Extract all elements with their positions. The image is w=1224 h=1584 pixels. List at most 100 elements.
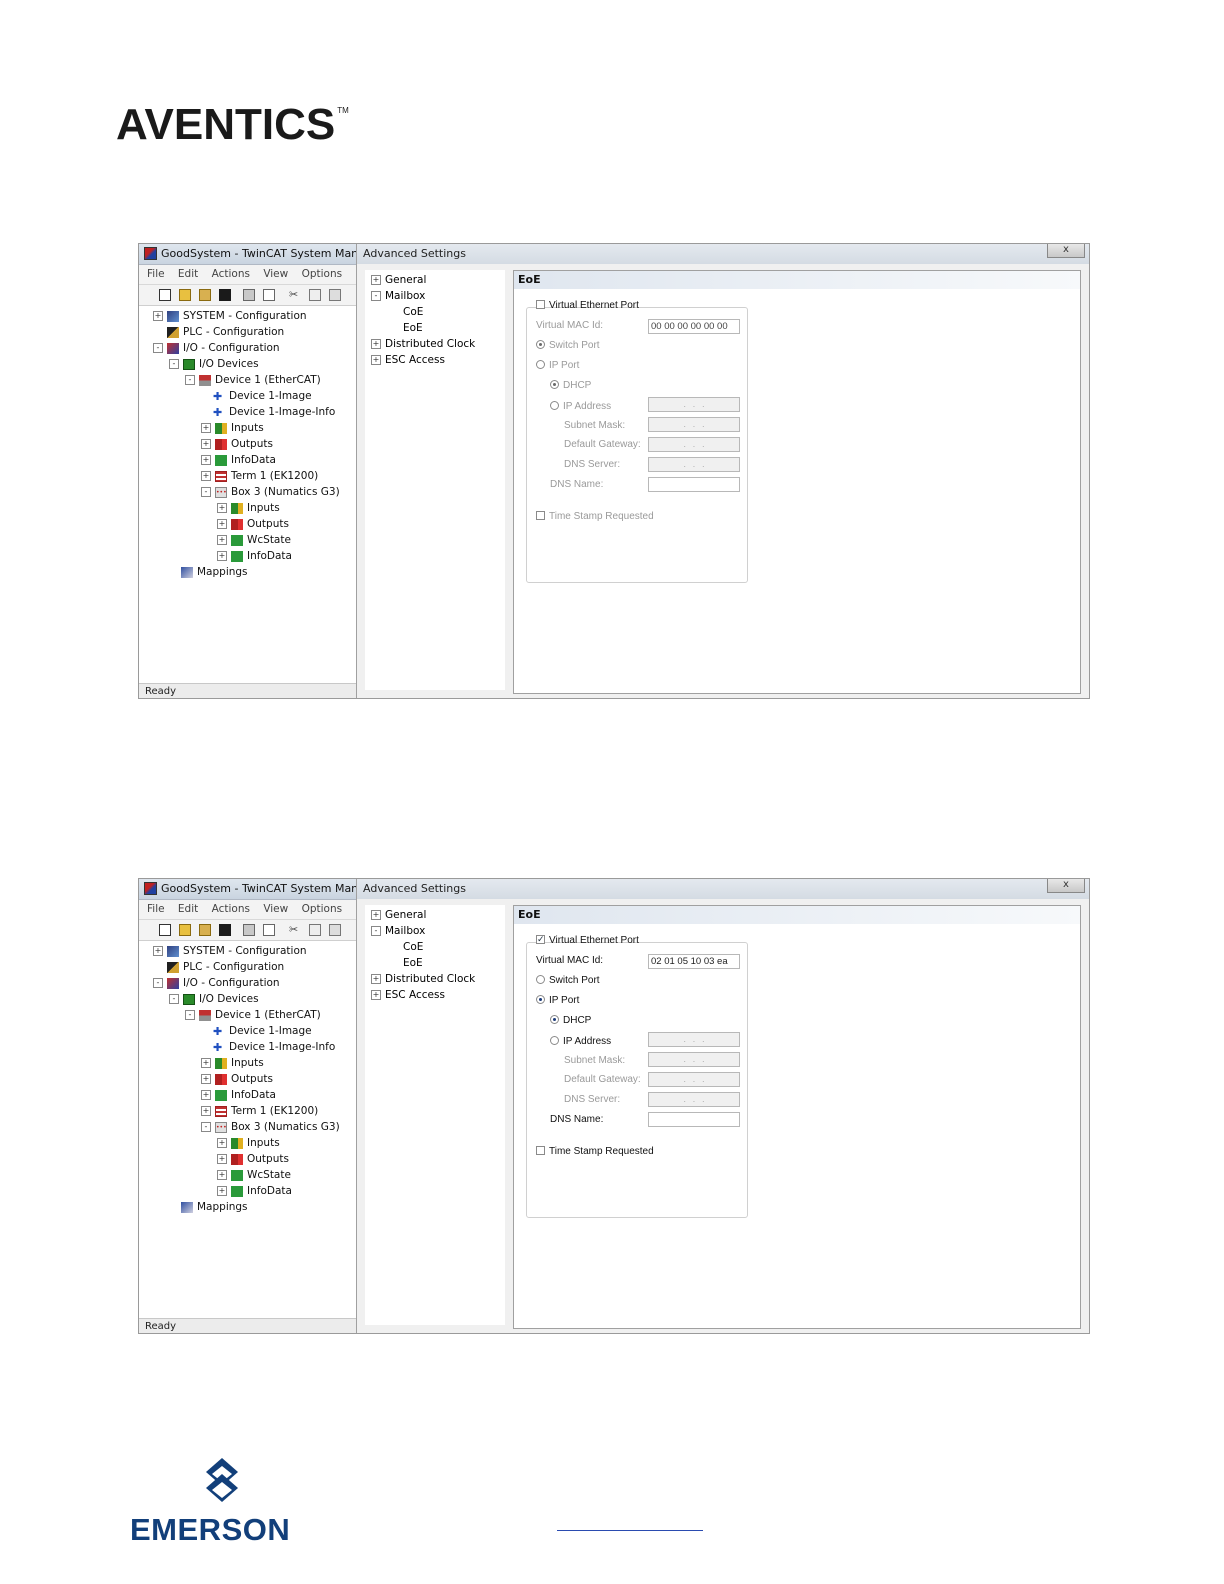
nav-general[interactable]: + General <box>371 907 426 923</box>
tree-outputs[interactable]: + Outputs <box>201 1071 273 1087</box>
tree-infodata[interactable]: + InfoData <box>201 452 276 468</box>
footer-link-underline[interactable] <box>557 1530 703 1531</box>
menu-help[interactable]: He <box>355 268 356 280</box>
ip-port-radio[interactable]: IP Port <box>536 359 579 373</box>
tree-device1-image[interactable]: ✚ Device 1-Image <box>213 1023 312 1039</box>
tree-io-devices[interactable]: - I/O Devices <box>169 991 259 1007</box>
tree-term1[interactable]: + Term 1 (EK1200) <box>201 1103 318 1119</box>
tree-box3[interactable]: - ••• Box 3 (Numatics G3) <box>201 1119 340 1135</box>
close-button[interactable]: x <box>1047 879 1085 893</box>
menu-help[interactable]: He <box>355 903 356 915</box>
virtual-ethernet-port-checkbox[interactable]: Virtual Ethernet Port <box>536 299 639 313</box>
new-file-icon[interactable] <box>159 289 171 301</box>
close-button[interactable]: x <box>1047 244 1085 258</box>
tree-device1-image-info[interactable]: ✚ Device 1-Image-Info <box>213 404 335 420</box>
cut-icon[interactable]: ✂ <box>289 924 301 936</box>
timestamp-checkbox[interactable]: Time Stamp Requested <box>536 1145 654 1159</box>
menu-edit[interactable]: Edit <box>178 268 198 280</box>
tree-device1-image-info[interactable]: ✚ Device 1-Image-Info <box>213 1039 335 1055</box>
menu-file[interactable]: File <box>147 268 165 280</box>
tree-system[interactable]: + SYSTEM - Configuration <box>153 308 307 324</box>
menu-view[interactable]: View <box>263 268 288 280</box>
tree-mappings[interactable]: Mappings <box>181 564 248 580</box>
tree-outputs[interactable]: + Outputs <box>201 436 273 452</box>
dns-name-field[interactable] <box>648 1112 740 1127</box>
timestamp-checkbox[interactable]: Time Stamp Requested <box>536 510 654 524</box>
ip-address-radio[interactable]: IP Address <box>550 1035 611 1049</box>
tree-box-outputs[interactable]: + Outputs <box>217 1151 289 1167</box>
nav-coe[interactable]: CoE <box>403 304 423 320</box>
paste-icon[interactable] <box>329 924 341 936</box>
open-recent-icon[interactable] <box>199 289 211 301</box>
tree-box-wcstate[interactable]: + WcState <box>217 532 291 548</box>
ip-address-field[interactable]: . . . <box>648 1032 740 1047</box>
tree-device1[interactable]: - Device 1 (EtherCAT) <box>185 372 321 388</box>
tree-box-wcstate[interactable]: + WcState <box>217 1167 291 1183</box>
tree-io-devices[interactable]: - I/O Devices <box>169 356 259 372</box>
tree-box-inputs[interactable]: + Inputs <box>217 500 280 516</box>
ip-address-radio[interactable]: IP Address <box>550 400 611 414</box>
gateway-field[interactable]: . . . <box>648 1072 740 1087</box>
nav-esc-access[interactable]: + ESC Access <box>371 352 445 368</box>
tree-device1-image[interactable]: ✚ Device 1-Image <box>213 388 312 404</box>
print-icon[interactable] <box>243 289 255 301</box>
nav-mailbox[interactable]: - Mailbox <box>371 288 425 304</box>
mac-field[interactable]: 02 01 05 10 03 ea <box>648 954 740 969</box>
cut-icon[interactable]: ✂ <box>289 289 301 301</box>
open-recent-icon[interactable] <box>199 924 211 936</box>
menu-file[interactable]: File <box>147 903 165 915</box>
tree-mappings[interactable]: Mappings <box>181 1199 248 1215</box>
menu-view[interactable]: View <box>263 903 288 915</box>
tree-box-infodata[interactable]: + InfoData <box>217 548 292 564</box>
menu-options[interactable]: Options <box>302 903 343 915</box>
switch-port-radio[interactable]: Switch Port <box>536 974 600 988</box>
switch-port-radio[interactable]: Switch Port <box>536 339 600 353</box>
tree-plc[interactable]: +PLC - Configuration <box>153 324 284 340</box>
tree-box-inputs[interactable]: + Inputs <box>217 1135 280 1151</box>
tree-box-outputs[interactable]: + Outputs <box>217 516 289 532</box>
menu-actions[interactable]: Actions <box>212 268 250 280</box>
gateway-field[interactable]: . . . <box>648 437 740 452</box>
nav-general[interactable]: + General <box>371 272 426 288</box>
virtual-ethernet-port-checkbox[interactable]: ✓ Virtual Ethernet Port <box>536 934 639 948</box>
nav-coe[interactable]: CoE <box>403 939 423 955</box>
open-folder-icon[interactable] <box>179 289 191 301</box>
subnet-field[interactable]: . . . <box>648 417 740 432</box>
dhcp-radio[interactable]: DHCP <box>550 1014 591 1028</box>
print-preview-icon[interactable] <box>263 924 275 936</box>
dns-server-field[interactable]: . . . <box>648 457 740 472</box>
nav-distributed-clock[interactable]: + Distributed Clock <box>371 336 475 352</box>
mac-field[interactable]: 00 00 00 00 00 00 <box>648 319 740 334</box>
tree-system[interactable]: + SYSTEM - Configuration <box>153 943 307 959</box>
dns-server-field[interactable]: . . . <box>648 1092 740 1107</box>
tree-io[interactable]: - I/O - Configuration <box>153 975 280 991</box>
save-icon[interactable] <box>219 289 231 301</box>
menu-options[interactable]: Options <box>302 268 343 280</box>
menu-actions[interactable]: Actions <box>212 903 250 915</box>
copy-icon[interactable] <box>309 289 321 301</box>
tree-box3[interactable]: - ••• Box 3 (Numatics G3) <box>201 484 340 500</box>
nav-mailbox[interactable]: - Mailbox <box>371 923 425 939</box>
dns-name-field[interactable] <box>648 477 740 492</box>
nav-esc-access[interactable]: + ESC Access <box>371 987 445 1003</box>
dhcp-radio[interactable]: DHCP <box>550 379 591 393</box>
tree-device1[interactable]: - Device 1 (EtherCAT) <box>185 1007 321 1023</box>
subnet-field[interactable]: . . . <box>648 1052 740 1067</box>
save-icon[interactable] <box>219 924 231 936</box>
menu-edit[interactable]: Edit <box>178 903 198 915</box>
paste-icon[interactable] <box>329 289 341 301</box>
tree-plc[interactable]: +PLC - Configuration <box>153 959 284 975</box>
tree-infodata[interactable]: + InfoData <box>201 1087 276 1103</box>
nav-eoe[interactable]: EoE <box>403 955 423 971</box>
ip-address-field[interactable]: . . . <box>648 397 740 412</box>
tree-inputs[interactable]: + Inputs <box>201 1055 264 1071</box>
tree-term1[interactable]: + Term 1 (EK1200) <box>201 468 318 484</box>
new-file-icon[interactable] <box>159 924 171 936</box>
print-preview-icon[interactable] <box>263 289 275 301</box>
tree-box-infodata[interactable]: + InfoData <box>217 1183 292 1199</box>
tree-io[interactable]: - I/O - Configuration <box>153 340 280 356</box>
open-folder-icon[interactable] <box>179 924 191 936</box>
nav-eoe[interactable]: EoE <box>403 320 423 336</box>
copy-icon[interactable] <box>309 924 321 936</box>
tree-inputs[interactable]: + Inputs <box>201 420 264 436</box>
